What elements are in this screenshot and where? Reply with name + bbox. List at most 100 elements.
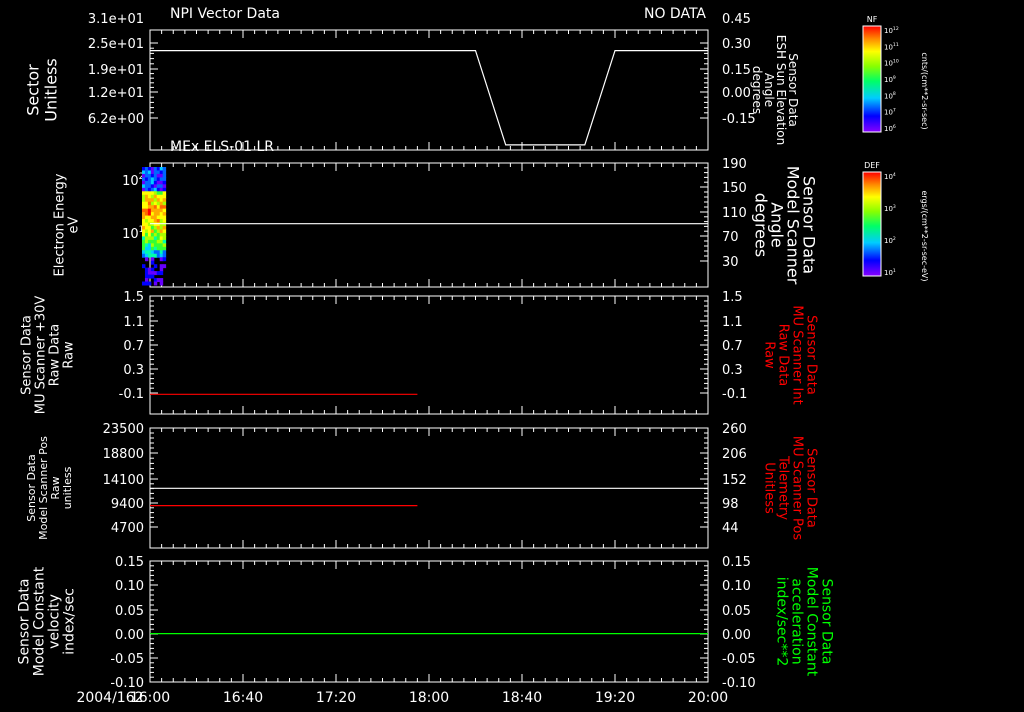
spectrogram-cell <box>156 205 161 210</box>
spectrogram-cell <box>153 229 158 234</box>
left-axis-label-line: Electron Energy <box>53 173 68 276</box>
colorbar-tick-label: 106 <box>884 124 896 133</box>
spectrogram-cell <box>147 215 152 220</box>
spectrogram-cell <box>156 271 161 276</box>
colorbar-units: cnts/(cm**2-sr-sec) <box>920 52 929 129</box>
right-axis-label-line: Sensor Data <box>819 579 835 665</box>
right-axis-label: Sensor DataESH Sun ElevationAngledegrees <box>750 35 800 145</box>
spectrogram-cell <box>156 232 161 237</box>
spectrogram-cell <box>153 212 158 217</box>
spectrogram-cell <box>156 219 161 224</box>
right-axis-label: Sensor DataMU Scanner IntRaw DataRaw <box>761 305 818 404</box>
spectrogram-cell <box>153 253 158 258</box>
spectrogram-cell <box>162 232 167 237</box>
spectrogram-cell <box>153 198 158 203</box>
left-axis-label-line: velocity <box>46 594 62 649</box>
left-axis-label: Sensor Data Model Scanner Pos Raw unitless <box>25 436 74 540</box>
time-tick-label: 16:40 <box>223 690 263 706</box>
spectrogram-cell <box>150 229 155 234</box>
spectrogram-cell <box>159 215 164 220</box>
spectrogram-cell <box>159 184 164 189</box>
spectrogram-cell <box>159 177 164 182</box>
spectrogram-cell <box>162 246 167 251</box>
spectrogram-cell <box>142 198 146 203</box>
colorbar-tick-label: 102 <box>884 236 896 245</box>
spectrogram-cell <box>144 219 149 224</box>
spectrogram-cell <box>156 201 161 206</box>
y-tick-label-right: 0.05 <box>722 604 751 619</box>
spectrogram-cell <box>150 194 155 199</box>
spectrogram-cell <box>156 246 161 251</box>
spectrogram-cell <box>156 208 161 213</box>
spectrogram-cell <box>159 187 164 192</box>
spectrogram-cell <box>147 212 152 217</box>
spectrogram-cell <box>150 180 155 185</box>
y-tick-label-right: -0.15 <box>722 112 756 127</box>
spectrogram-cell <box>144 222 149 227</box>
spectrogram-cell <box>150 243 155 248</box>
colorbar-tick-label: 104 <box>884 172 896 181</box>
spectrogram-cell <box>159 201 164 206</box>
right-axis-label: Sensor DataModel ScannerAngledegrees <box>751 166 818 285</box>
spectrogram-cell <box>144 180 149 185</box>
spectrogram-cell <box>162 187 167 192</box>
spectrogram-cell <box>162 239 167 244</box>
spectrogram-cell <box>147 187 152 192</box>
colorbar-p1 <box>862 25 882 133</box>
spectrogram-cell <box>153 187 158 192</box>
y-tick-label-right: 70 <box>722 230 739 245</box>
right-axis-label-line: degrees <box>751 193 770 257</box>
spectrogram-cell <box>156 184 161 189</box>
spectrogram-cell <box>147 271 152 276</box>
left-axis-label-line: Model Constant <box>31 566 47 676</box>
y-tick-label-left: 14100 <box>103 473 144 488</box>
spectrogram-cell <box>142 201 146 206</box>
spectrogram-cell <box>144 201 149 206</box>
colorbar-tick-label: 107 <box>884 108 896 117</box>
left-axis-label: Sensor DataModel Constant velocity index/s… <box>16 566 77 676</box>
spectrogram-cell <box>147 246 152 251</box>
spectrogram-cell <box>156 194 161 199</box>
spectrogram-cell <box>159 232 164 237</box>
spectrogram-cell <box>147 274 152 279</box>
spectrogram-cell <box>150 187 155 192</box>
spectrogram-cell <box>150 177 155 182</box>
time-tick-label: 19:20 <box>595 690 635 706</box>
right-axis-label-line: MU Scanner Pos <box>789 436 804 541</box>
y-tick-label-right: 0.10 <box>722 579 751 594</box>
y-tick-label-left: 101 <box>122 224 144 242</box>
spectrogram-cell <box>162 212 167 217</box>
right-axis-label-line: index/sec**2 <box>774 577 790 667</box>
spectrogram-cell <box>156 278 161 283</box>
spectrogram-cell <box>147 177 152 182</box>
colorbar-tick-label: 103 <box>884 204 896 213</box>
y-tick-label-left: 102 <box>122 171 144 189</box>
spectrogram-cell <box>156 167 161 171</box>
spectrogram-cell <box>150 205 155 210</box>
time-tick-label: 20:00 <box>688 690 728 706</box>
spectrogram-cell <box>159 281 164 286</box>
spectrogram-cell <box>142 205 146 210</box>
right-axis-label-line: degrees <box>750 66 764 114</box>
spectrogram-cell <box>150 236 155 241</box>
colorbar-p2 <box>862 171 882 277</box>
spectrogram-cell <box>153 180 158 185</box>
spectrogram-cell <box>142 180 146 185</box>
y-tick-label-left: 0.00 <box>115 628 144 643</box>
left-axis-label-line: Sensor Data <box>20 315 35 395</box>
spectrogram-cell <box>159 271 164 276</box>
y-tick-label-left: 9400 <box>111 497 144 512</box>
spectrogram-cell <box>144 236 149 241</box>
spectrogram-cell <box>150 208 155 213</box>
left-axis-label: Electron Energy eV <box>53 173 82 276</box>
spectrogram-cell <box>162 250 167 255</box>
spectrogram-cell <box>153 219 158 224</box>
spectrogram-cell <box>144 184 149 189</box>
right-axis-label: Sensor DataModel Constantaccelerationind… <box>774 567 835 677</box>
spectrogram-cell <box>142 215 146 220</box>
y-tick-label-left: 1.2e+01 <box>88 86 144 101</box>
spectrogram-cell <box>156 180 161 185</box>
right-axis-label-line: Sensor Data <box>803 448 818 528</box>
spectrogram-cell <box>153 167 158 171</box>
date-label: 2004/162 <box>76 690 143 706</box>
